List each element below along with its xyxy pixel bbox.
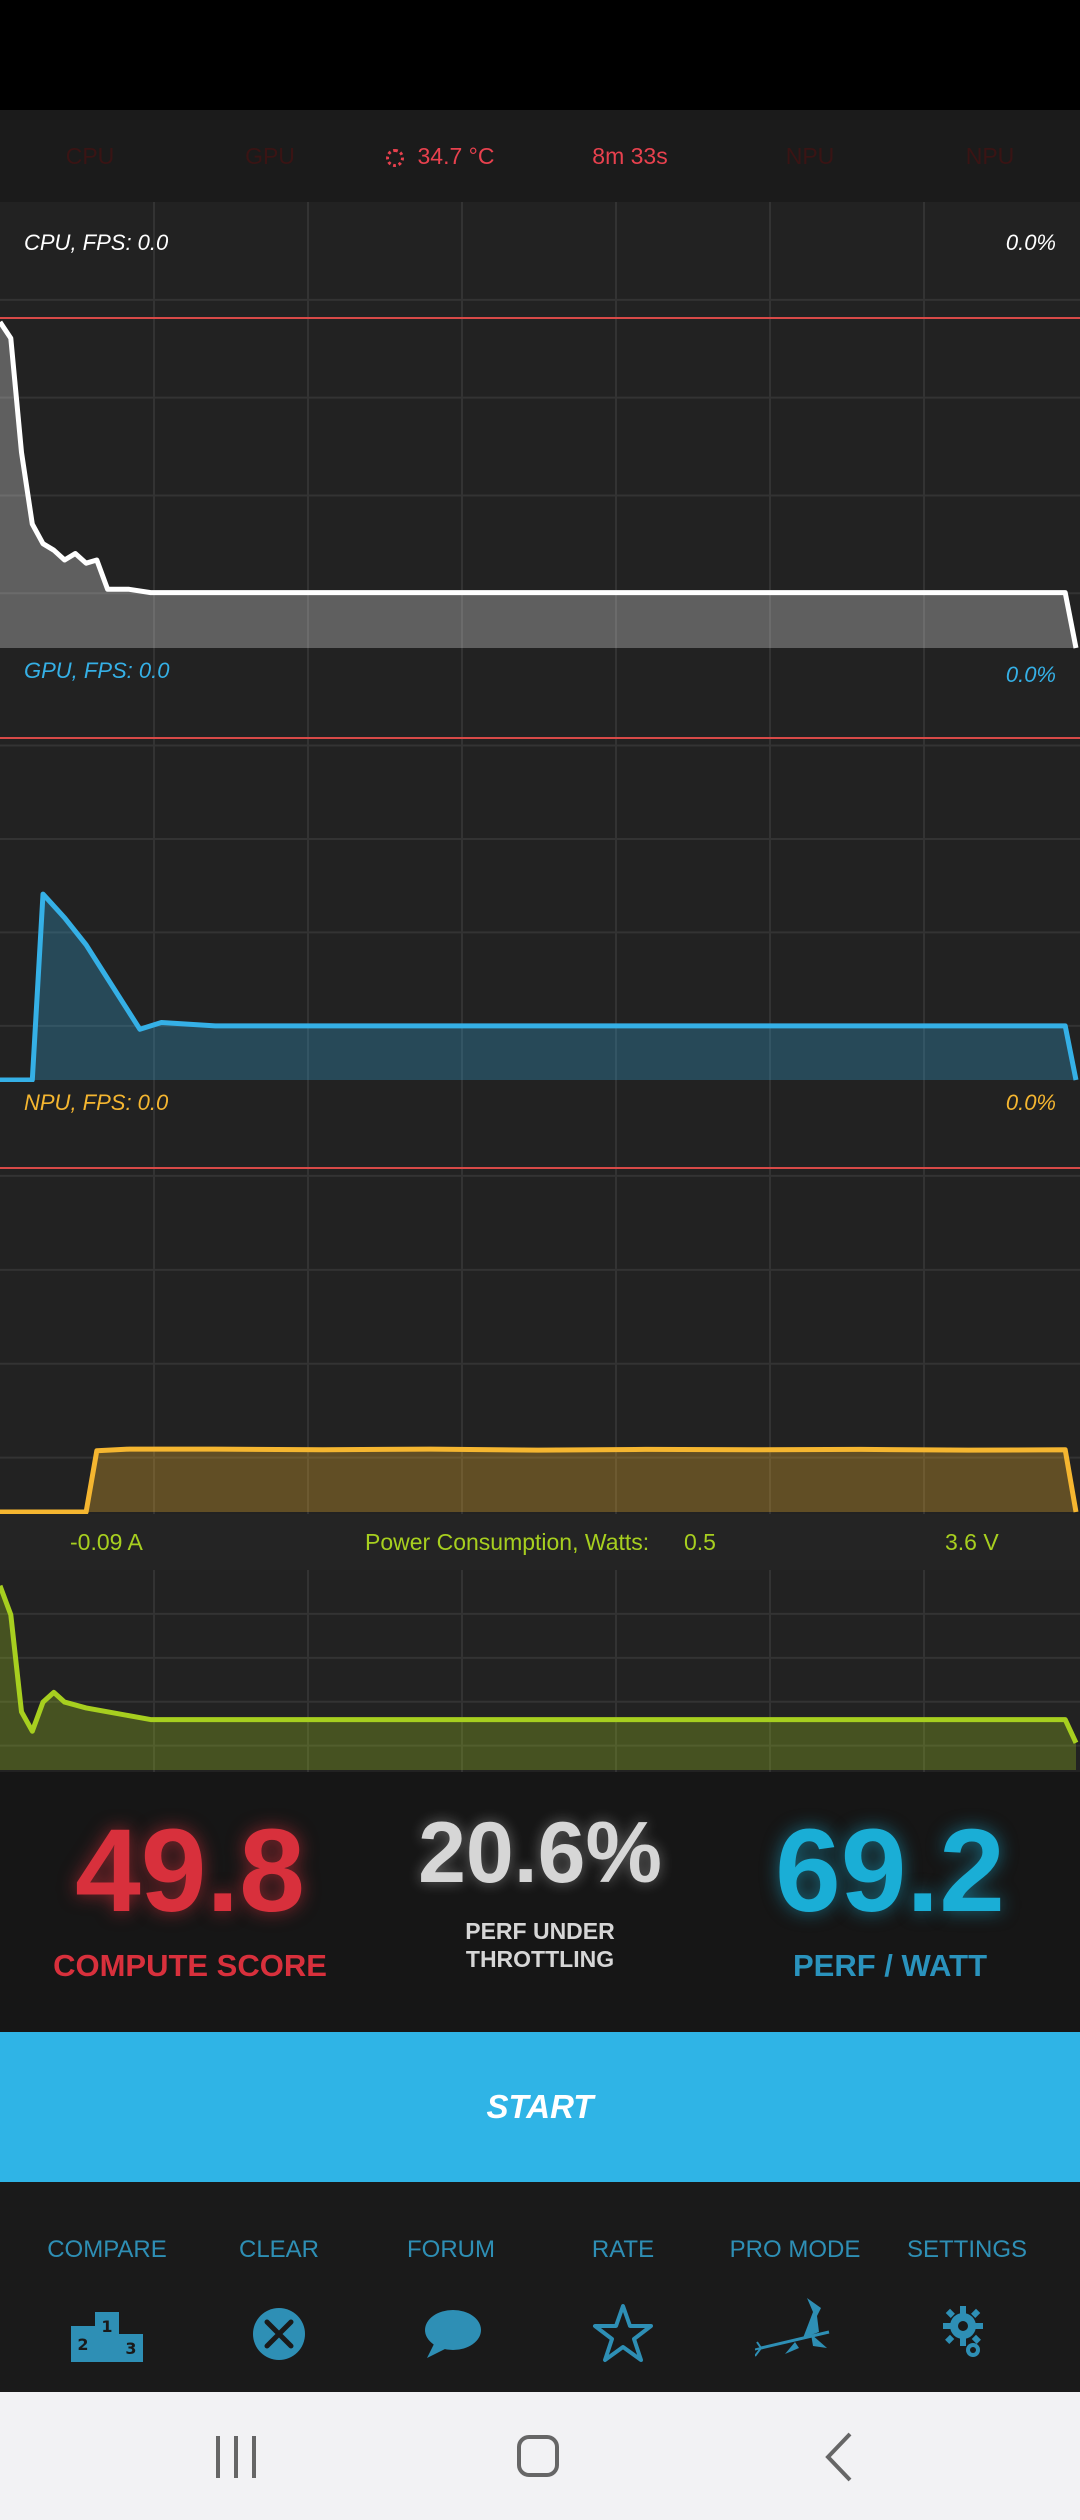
settings-button[interactable]: SETTINGS <box>877 2182 1057 2392</box>
pro-mode-label: PRO MODE <box>729 2236 861 2263</box>
throttling-value: 20.6% <box>418 1805 662 1901</box>
gear-icon <box>943 2306 983 2357</box>
clear-label: CLEAR <box>238 2236 320 2263</box>
bottom-toolbar: COMPARE 2 1 3 CLEAR FORUM RATE PRO MODE <box>0 2182 1080 2392</box>
gpu-area <box>0 894 1076 1080</box>
cpu-percent: 0.0% <box>1005 230 1056 255</box>
gpu-chart <box>0 652 1080 1082</box>
status-bar <box>0 0 1080 110</box>
start-button-label: START <box>486 2088 594 2125</box>
svg-text:1: 1 <box>101 2317 112 2336</box>
topbar-item-gpu: GPU <box>245 143 295 169</box>
rate-button[interactable]: RATE <box>533 2182 713 2392</box>
chat-bubble-icon <box>425 2310 481 2358</box>
topbar-item-npu-1: NPU <box>785 143 835 169</box>
perf-per-watt-score: 69.2 PERF / WATT <box>720 1812 1060 1984</box>
close-circle-icon <box>253 2308 305 2360</box>
forum-label: FORUM <box>407 2236 495 2263</box>
back-icon[interactable] <box>800 2422 880 2492</box>
gpu-grid <box>0 652 1080 1082</box>
cpu-chart-panel: CPU, FPS: 0.0 0.0% <box>0 202 1080 652</box>
settings-label: SETTINGS <box>906 2236 1027 2263</box>
compute-score: 49.8 COMPUTE SCORE <box>20 1812 360 1984</box>
power-chart <box>0 1570 1080 1772</box>
power-line <box>0 1584 1079 1744</box>
cpu-chart <box>0 202 1080 652</box>
power-value: 0.5 <box>684 1529 716 1555</box>
perf-per-watt-label: PERF / WATT <box>792 1948 988 1983</box>
forum-button[interactable]: FORUM <box>361 2182 541 2392</box>
topbar-item-cpu: CPU <box>65 143 115 169</box>
gpu-fps-label: GPU, FPS: 0.0 <box>24 658 170 683</box>
compute-score-value: 49.8 <box>75 1805 305 1937</box>
npu-percent: 0.0% <box>1005 1090 1056 1115</box>
temperature-icon <box>385 148 404 167</box>
voltage-reading: 3.6 V <box>945 1529 999 1555</box>
perf-per-watt-value: 69.2 <box>775 1805 1005 1937</box>
home-icon[interactable] <box>498 2422 578 2492</box>
gpu-chart-panel: GPU, FPS: 0.0 0.0% <box>0 652 1080 1082</box>
star-icon <box>593 2304 653 2362</box>
topbar-item-npu-2: NPU <box>965 143 1015 169</box>
rate-label: RATE <box>591 2236 655 2263</box>
throttling-label-line2: THROTTLING <box>465 1945 615 1972</box>
throttling-score: 20.6% PERF UNDER THROTTLING <box>380 1810 700 1973</box>
pro-mode-button[interactable]: PRO MODE <box>705 2182 885 2392</box>
podium-icon: 2 1 3 <box>71 2312 143 2362</box>
clear-button[interactable]: CLEAR <box>189 2182 369 2392</box>
npu-fps-label: NPU, FPS: 0.0 <box>24 1090 169 1115</box>
charts-area: CPU, FPS: 0.0 0.0% GPU, FPS: 0.0 0.0% NP… <box>0 202 1080 1772</box>
compare-label: COMPARE <box>47 2236 167 2263</box>
power-label: Power Consumption, Watts: <box>365 1529 650 1555</box>
throttling-label: PERF UNDER THROTTLING <box>380 1918 700 1973</box>
compare-button[interactable]: COMPARE 2 1 3 <box>17 2182 197 2392</box>
npu-chart-panel: NPU, FPS: 0.0 0.0% <box>0 1082 1080 1514</box>
throttling-label-line1: PERF UNDER <box>465 1918 615 1944</box>
cpu-fps-label: CPU, FPS: 0.0 <box>24 230 169 255</box>
npu-chart <box>0 1082 1080 1514</box>
svg-text:3: 3 <box>125 2339 136 2358</box>
sensor-bar: CPU GPU 34.7 °C 8m 33s NPU NPU <box>0 110 1080 202</box>
npu-area <box>0 1449 1076 1512</box>
svg-text:2: 2 <box>77 2335 88 2354</box>
start-button[interactable]: START <box>0 2032 1080 2182</box>
witch-icon <box>755 2298 830 2357</box>
recent-apps-icon[interactable] <box>196 2422 276 2492</box>
temperature-value: 34.7 °C <box>417 143 495 169</box>
elapsed-time: 8m 33s <box>592 143 668 169</box>
score-panel: 49.8 COMPUTE SCORE 20.6% PERF UNDER THRO… <box>0 1772 1080 2032</box>
temperature-readout: 34.7 °C <box>360 110 520 202</box>
power-chart-panel <box>0 1570 1080 1772</box>
current-reading: -0.09 A <box>70 1529 143 1555</box>
power-info-bar: -0.09 A Power Consumption, Watts: 0.5 3.… <box>0 1514 1080 1570</box>
system-nav-bar <box>0 2392 1080 2520</box>
compute-score-label: COMPUTE SCORE <box>53 1948 327 1983</box>
gpu-percent: 0.0% <box>1005 662 1056 687</box>
cpu-grid <box>0 202 1080 652</box>
cpu-area <box>0 322 1076 648</box>
